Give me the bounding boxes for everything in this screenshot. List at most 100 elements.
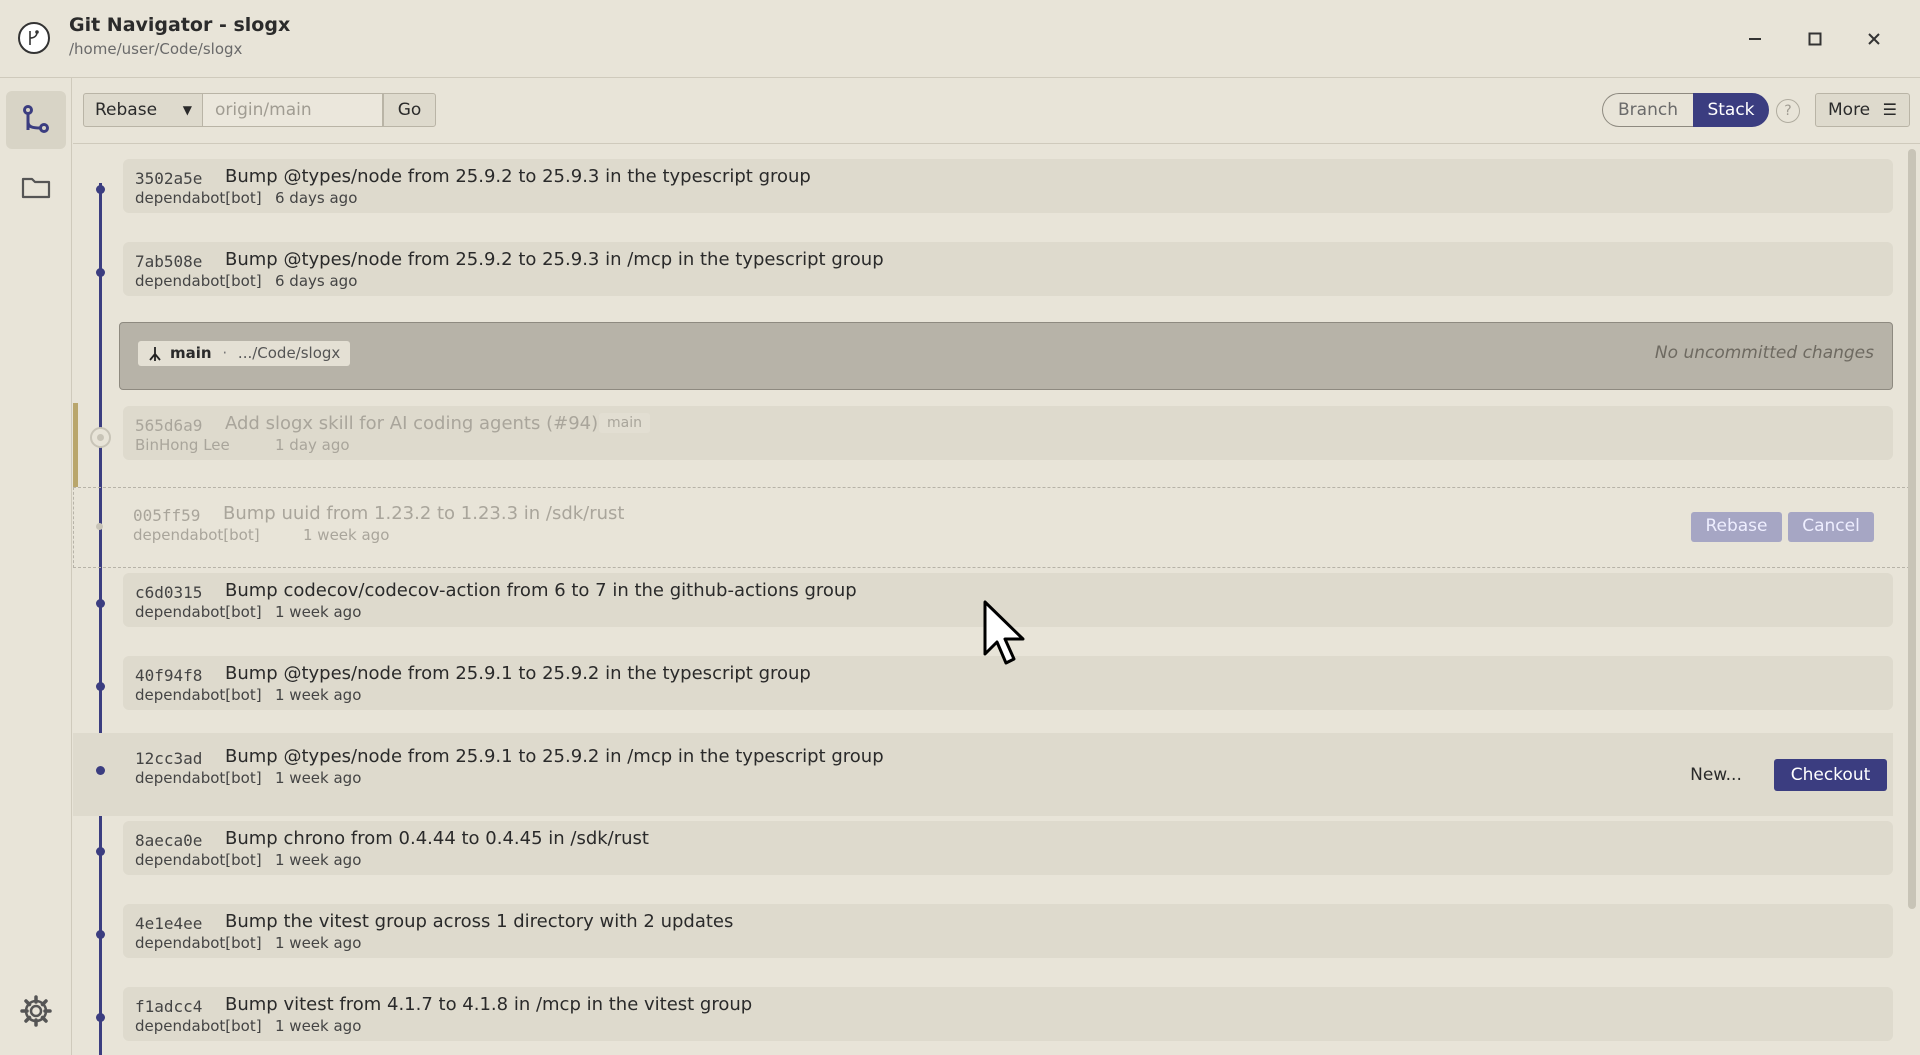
- commit-age: 1 day ago: [275, 436, 350, 454]
- working-copy-status: No uncommitted changes: [1654, 343, 1874, 363]
- commit-node: [96, 599, 105, 608]
- commit-card[interactable]: 3502a5e Bump @types/node from 25.9.2 to …: [123, 159, 1893, 213]
- folder-icon[interactable]: [6, 158, 66, 216]
- go-button[interactable]: Go: [383, 93, 436, 127]
- commit-message: Bump @types/node from 25.9.1 to 25.9.2 i…: [225, 746, 884, 767]
- commit-age: 1 week ago: [275, 1017, 362, 1035]
- commit-hash: 8aeca0e: [135, 831, 203, 850]
- mode-select[interactable]: Rebase ▼: [83, 93, 203, 127]
- view-branch-toggle[interactable]: Branch: [1602, 93, 1693, 127]
- commit-hash: 12cc3ad: [135, 749, 203, 768]
- commit-row-hovered[interactable]: 12cc3ad Bump @types/node from 25.9.1 to …: [73, 733, 1893, 816]
- title-bar: Git Navigator - slogx /home/user/Code/sl…: [0, 0, 1920, 78]
- working-copy-branch: main: [170, 344, 212, 362]
- commit-node: [96, 847, 105, 856]
- commit-author: dependabot[bot]: [135, 851, 262, 869]
- settings-gear-icon[interactable]: [18, 993, 54, 1029]
- scrollbar[interactable]: [1908, 149, 1916, 909]
- commit-card[interactable]: 7ab508e Bump @types/node from 25.9.2 to …: [123, 242, 1893, 296]
- commit-card[interactable]: 12cc3ad Bump @types/node from 25.9.1 to …: [123, 739, 1893, 793]
- mouse-cursor-icon: [983, 600, 1031, 672]
- commit-hash: 4e1e4ee: [135, 914, 203, 933]
- commit-message: Bump @types/node from 25.9.1 to 25.9.2 i…: [225, 663, 811, 684]
- window-title: Git Navigator - slogx: [69, 14, 291, 36]
- new-branch-button[interactable]: New...: [1673, 759, 1759, 791]
- commit-node: [96, 523, 103, 530]
- commit-node: [96, 185, 105, 194]
- working-copy-panel[interactable]: main · .../Code/slogx No uncommitted cha…: [119, 322, 1893, 390]
- branch-icon: [148, 345, 162, 370]
- commit-row[interactable]: f1adcc4 Bump vitest from 4.1.7 to 4.1.8 …: [73, 983, 1893, 1055]
- commit-hash: f1adcc4: [135, 997, 203, 1016]
- rebase-pending-row[interactable]: 005ff59 Bump uuid from 1.23.2 to 1.23.3 …: [73, 487, 1910, 568]
- commit-node: [96, 268, 105, 277]
- commit-author: dependabot[bot]: [133, 526, 260, 544]
- minimize-icon[interactable]: [1740, 24, 1770, 54]
- close-icon[interactable]: [1859, 24, 1889, 54]
- toolbar: Rebase ▼ Go Branch Stack ? More ☰: [73, 78, 1920, 144]
- commit-author: dependabot[bot]: [135, 934, 262, 952]
- working-copy-separator: ·: [222, 344, 228, 362]
- commit-hash: 565d6a9: [135, 416, 203, 435]
- commit-message: Bump vitest from 4.1.7 to 4.1.8 in /mcp …: [225, 994, 753, 1015]
- commit-age: 1 week ago: [303, 526, 390, 544]
- more-label: More: [1828, 100, 1871, 120]
- graph-icon[interactable]: [6, 91, 66, 149]
- commit-message: Bump @types/node from 25.9.2 to 25.9.3 i…: [225, 166, 811, 187]
- commit-author: dependabot[bot]: [135, 769, 262, 787]
- rebase-confirm-button[interactable]: Rebase: [1691, 512, 1782, 542]
- commit-node-head: [90, 427, 111, 448]
- commit-card[interactable]: 4e1e4ee Bump the vitest group across 1 d…: [123, 904, 1893, 958]
- commit-age: 1 week ago: [275, 686, 362, 704]
- commit-message: Bump the vitest group across 1 directory…: [225, 911, 734, 932]
- commit-message: Add slogx skill for AI coding agents (#9…: [225, 413, 599, 434]
- commit-age: 1 week ago: [275, 851, 362, 869]
- commit-hash: c6d0315: [135, 583, 203, 602]
- commit-age: 6 days ago: [275, 272, 358, 290]
- hamburger-icon: ☰: [1882, 100, 1897, 119]
- working-copy-path: .../Code/slogx: [237, 344, 341, 362]
- checkout-button[interactable]: Checkout: [1774, 759, 1887, 791]
- commit-row[interactable]: 7ab508e Bump @types/node from 25.9.2 to …: [73, 238, 1893, 321]
- commit-node: [96, 766, 105, 775]
- mode-select-value: Rebase: [95, 100, 158, 120]
- commit-hash: 005ff59: [133, 506, 201, 525]
- commit-author: BinHong Lee: [135, 436, 230, 454]
- window-path: /home/user/Code/slogx: [69, 40, 243, 58]
- app-logo-icon: [18, 22, 50, 54]
- commit-age: 1 week ago: [275, 769, 362, 787]
- chevron-down-icon: ▼: [182, 103, 192, 117]
- commit-author: dependabot[bot]: [135, 603, 262, 621]
- commit-age: 1 week ago: [275, 934, 362, 952]
- commit-age: 1 week ago: [275, 603, 362, 621]
- commit-author: dependabot[bot]: [135, 189, 262, 207]
- commit-row[interactable]: 4e1e4ee Bump the vitest group across 1 d…: [73, 900, 1893, 983]
- commit-row[interactable]: 3502a5e Bump @types/node from 25.9.2 to …: [73, 155, 1893, 238]
- commit-message: Bump chrono from 0.4.44 to 0.4.45 in /sd…: [225, 828, 649, 849]
- commit-card[interactable]: 8aeca0e Bump chrono from 0.4.44 to 0.4.4…: [123, 821, 1893, 875]
- sidebar: [0, 78, 72, 1055]
- view-stack-toggle[interactable]: Stack: [1693, 93, 1769, 127]
- rebase-cancel-button[interactable]: Cancel: [1788, 512, 1874, 542]
- commit-card[interactable]: 565d6a9 Add slogx skill for AI coding ag…: [123, 406, 1893, 460]
- branch-tag: main: [599, 413, 650, 433]
- working-copy-branch-tag[interactable]: main · .../Code/slogx: [138, 341, 351, 366]
- commit-card[interactable]: f1adcc4 Bump vitest from 4.1.7 to 4.1.8 …: [123, 987, 1893, 1041]
- commit-hash: 3502a5e: [135, 169, 203, 188]
- commit-author: dependabot[bot]: [135, 1017, 262, 1035]
- help-button[interactable]: ?: [1776, 99, 1800, 123]
- commit-age: 6 days ago: [275, 189, 358, 207]
- maximize-icon[interactable]: [1800, 24, 1830, 54]
- commit-author: dependabot[bot]: [135, 686, 262, 704]
- commit-message: Bump @types/node from 25.9.2 to 25.9.3 i…: [225, 249, 884, 270]
- commit-node: [96, 1013, 105, 1022]
- commit-hash: 40f94f8: [135, 666, 203, 685]
- commit-node: [96, 682, 105, 691]
- commit-author: dependabot[bot]: [135, 272, 262, 290]
- more-menu-button[interactable]: More ☰: [1815, 93, 1910, 127]
- target-ref-input[interactable]: [203, 93, 383, 127]
- commit-row[interactable]: 565d6a9 Add slogx skill for AI coding ag…: [73, 402, 1893, 485]
- commit-row[interactable]: 8aeca0e Bump chrono from 0.4.44 to 0.4.4…: [73, 817, 1893, 900]
- commit-message: Bump uuid from 1.23.2 to 1.23.3 in /sdk/…: [223, 503, 625, 524]
- commit-hash: 7ab508e: [135, 252, 203, 271]
